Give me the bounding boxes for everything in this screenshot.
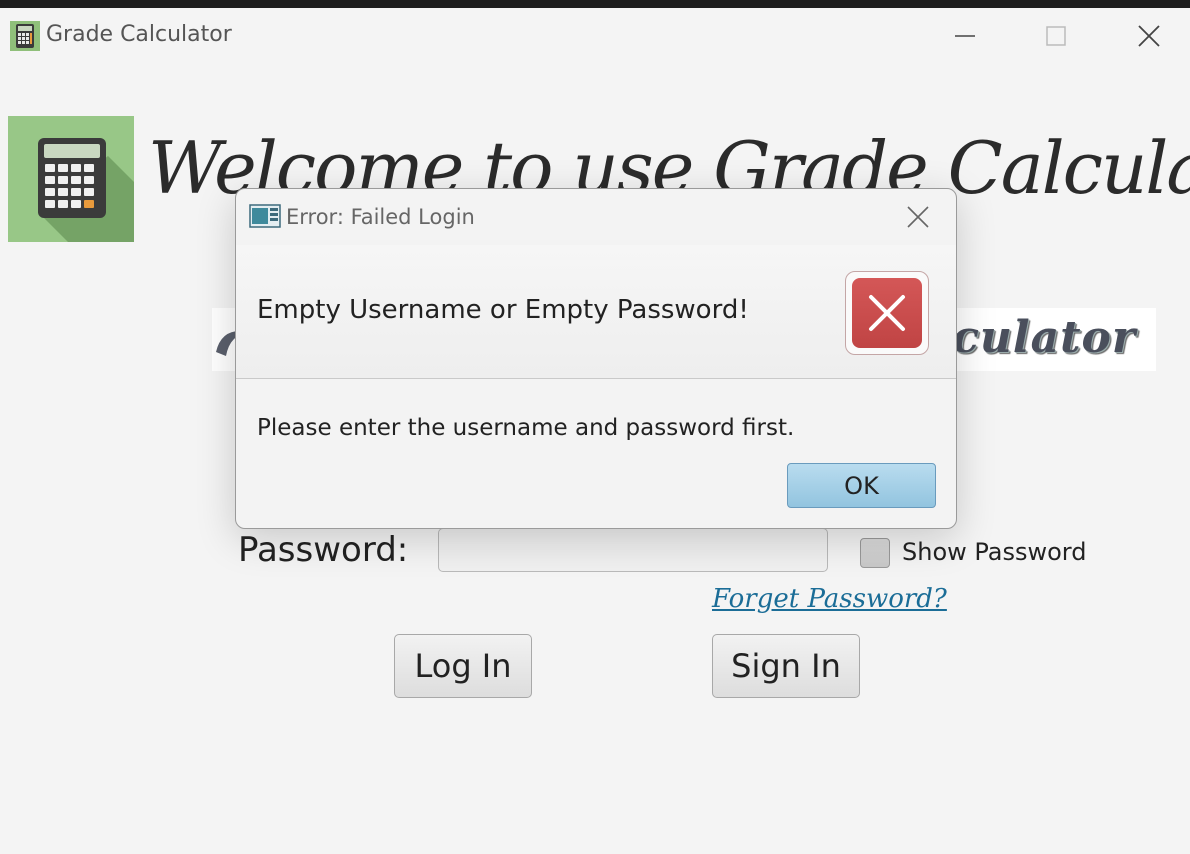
sign-in-button[interactable]: Sign In (712, 634, 860, 698)
minimize-icon (955, 35, 975, 37)
calculator-app-icon (10, 21, 40, 51)
show-password-checkbox[interactable] (860, 538, 890, 568)
show-password-label[interactable]: Show Password (902, 538, 1087, 566)
minimize-button[interactable] (942, 16, 988, 56)
maximize-icon (1046, 26, 1066, 46)
title-bar[interactable]: Grade Calculator (0, 8, 1190, 64)
password-label: Password: (238, 530, 409, 570)
log-in-button[interactable]: Log In (394, 634, 532, 698)
calculator-logo (8, 116, 134, 242)
dialog-header: Empty Username or Empty Password! (236, 245, 956, 379)
close-window-button[interactable] (1126, 16, 1172, 56)
password-field[interactable] (438, 528, 828, 572)
dialog-window-icon (249, 204, 281, 228)
maximize-button[interactable] (1033, 16, 1079, 56)
dialog-header-text: Empty Username or Empty Password! (257, 295, 749, 325)
forget-password-link[interactable]: Forget Password? (712, 584, 947, 614)
dialog-message: Please enter the username and password f… (257, 415, 795, 441)
dialog-title-bar[interactable]: Error: Failed Login (236, 189, 956, 245)
ok-button[interactable]: OK (787, 463, 936, 508)
close-icon (907, 206, 929, 228)
dialog-title: Error: Failed Login (286, 205, 475, 229)
error-icon (845, 271, 929, 355)
window-title: Grade Calculator (46, 22, 232, 47)
close-icon (1138, 25, 1160, 47)
error-dialog: Error: Failed Login Empty Username or Em… (235, 188, 957, 529)
app-window: Grade Calculator Welcome to use Grade Ca (0, 8, 1190, 854)
dialog-close-button[interactable] (898, 199, 938, 235)
